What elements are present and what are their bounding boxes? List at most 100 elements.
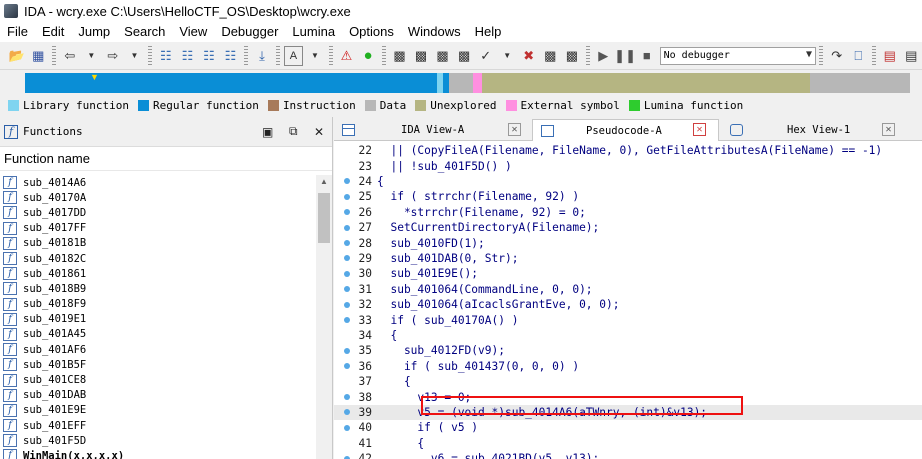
code-line[interactable]: 33 if ( sub_40170A() ) <box>334 312 922 327</box>
immediate-search-icon[interactable]: ☷ <box>199 46 219 66</box>
undefine-icon[interactable]: ✖ <box>519 46 539 66</box>
chevron-down-icon[interactable]: ▼ <box>82 46 102 66</box>
function-icon: f <box>3 252 17 266</box>
play-icon[interactable]: ▶ <box>594 46 614 66</box>
code-line[interactable]: 30 sub_401E9E(); <box>334 266 922 281</box>
function-list-item[interactable]: f sub_401EFF <box>0 418 316 433</box>
navigation-band[interactable]: ▼ <box>0 70 922 96</box>
function-list-item[interactable]: f sub_401F5D <box>0 433 316 448</box>
chevron-down-icon[interactable]: ▼ <box>497 46 517 66</box>
code-line[interactable]: 22 || (CopyFileA(Filename, FileName, 0),… <box>334 143 922 158</box>
search-next-icon[interactable]: ☷ <box>221 46 241 66</box>
scroll-up-icon[interactable]: ▲ <box>320 177 328 186</box>
warning-icon[interactable]: ⚠ <box>337 46 357 66</box>
make-code-icon[interactable]: ▩ <box>390 46 410 66</box>
function-list-item[interactable]: f sub_401CE8 <box>0 372 316 387</box>
close-icon[interactable]: ✕ <box>314 125 324 139</box>
maximize-icon[interactable]: ▣ <box>262 125 273 139</box>
function-list-item[interactable]: f sub_40182C <box>0 251 316 266</box>
code-line[interactable]: 40 if ( v5 ) <box>334 420 922 435</box>
code-line[interactable]: 41 { <box>334 436 922 451</box>
forward-arrow-icon[interactable]: ⇨ <box>103 46 123 66</box>
enum-icon[interactable]: ▩ <box>562 46 582 66</box>
legend-instruction: Instruction <box>267 99 356 112</box>
tab-pseudocode-a[interactable]: Pseudocode-A ✕ <box>532 119 719 141</box>
scrollbar-thumb[interactable] <box>318 193 330 243</box>
menu-debugger[interactable]: Debugger <box>214 22 285 42</box>
function-list-item[interactable]: f sub_4017DD <box>0 205 316 220</box>
menu-edit[interactable]: Edit <box>35 22 71 42</box>
code-line[interactable]: 42 v6 = sub_4021BD(v5, v13); <box>334 451 922 459</box>
code-line[interactable]: 24 { <box>334 174 922 189</box>
menu-search[interactable]: Search <box>117 22 172 42</box>
options-icon[interactable]: ▤ <box>902 46 922 66</box>
close-tab-icon[interactable]: ✕ <box>693 123 706 136</box>
function-list-item[interactable]: f sub_4017FF <box>0 221 316 236</box>
pause-icon[interactable]: ❚❚ <box>614 46 636 66</box>
function-list-item[interactable]: f sub_4018F9 <box>0 297 316 312</box>
jump-down-icon[interactable]: ⤓ <box>252 46 272 66</box>
chevron-down-icon[interactable]: ▼ <box>125 46 145 66</box>
struct-icon[interactable]: ✓ <box>476 46 496 66</box>
make-data-icon[interactable]: ▩ <box>411 46 431 66</box>
binary-search-icon[interactable]: ☷ <box>156 46 176 66</box>
function-list-item[interactable]: f sub_401AF6 <box>0 342 316 357</box>
menu-view[interactable]: View <box>172 22 214 42</box>
function-list-item[interactable]: f sub_4019E1 <box>0 312 316 327</box>
code-line[interactable]: 28 sub_4010FD(1); <box>334 235 922 250</box>
make-array-icon[interactable]: ▩ <box>454 46 474 66</box>
code-line[interactable]: 25 if ( strrchr(Filename, 92) ) <box>334 189 922 204</box>
function-list-item[interactable]: f sub_401861 <box>0 266 316 281</box>
layout-icon[interactable]: ▤ <box>880 46 900 66</box>
code-line[interactable]: 29 sub_401DAB(0, Str); <box>334 251 922 266</box>
pseudocode-view[interactable]: 22 || (CopyFileA(Filename, FileName, 0),… <box>334 141 922 459</box>
debugger-select[interactable]: No debugger ▼ <box>659 46 817 65</box>
tab-hex-view-1[interactable]: Hex View-1 ✕ <box>730 119 910 141</box>
code-line[interactable]: 35 sub_4012FD(v9); <box>334 343 922 358</box>
menu-jump[interactable]: Jump <box>71 22 117 42</box>
close-tab-icon[interactable]: ✕ <box>508 123 521 136</box>
menu-help[interactable]: Help <box>468 22 509 42</box>
stop-icon[interactable]: ■ <box>637 46 657 66</box>
step-into-icon[interactable]: ↷ <box>827 46 847 66</box>
tab-ida-view-a[interactable]: IDA View-A ✕ <box>342 119 522 141</box>
open-folder-icon[interactable]: 📂 <box>7 46 27 66</box>
function-list-item[interactable]: f sub_40181B <box>0 236 316 251</box>
menu-options[interactable]: Options <box>342 22 401 42</box>
back-arrow-icon[interactable]: ⇦ <box>60 46 80 66</box>
function-list-scrollbar[interactable]: ▲ <box>316 175 332 459</box>
code-line[interactable]: 23 || !sub_401F5D() ) <box>334 158 922 173</box>
code-line[interactable]: 31 sub_401064(CommandLine, 0, 0); <box>334 282 922 297</box>
function-name-column-header[interactable]: Function name <box>0 147 332 171</box>
line-number: 30 <box>358 267 372 281</box>
switch-view-icon[interactable]: ⎕ <box>849 46 869 66</box>
run-green-icon[interactable]: ● <box>358 46 378 66</box>
menu-file[interactable]: File <box>0 22 35 42</box>
function-list-item[interactable]: f sub_401DAB <box>0 388 316 403</box>
code-line[interactable]: 32 sub_401064(aIcaclsGrantEve, 0, 0); <box>334 297 922 312</box>
function-list-item[interactable]: f sub_4014A6 <box>0 175 316 190</box>
code-line[interactable]: 36 if ( sub_401437(0, 0, 0) ) <box>334 359 922 374</box>
code-line[interactable]: 34 { <box>334 328 922 343</box>
menu-lumina[interactable]: Lumina <box>285 22 342 42</box>
text-search-icon[interactable]: ☷ <box>178 46 198 66</box>
text-mode-icon[interactable]: A <box>283 45 304 66</box>
function-list-item[interactable]: f sub_401A45 <box>0 327 316 342</box>
float-window-icon[interactable]: ⧉ <box>289 124 298 139</box>
code-line[interactable]: 26 *strrchr(Filename, 92) = 0; <box>334 205 922 220</box>
function-list-item[interactable]: f sub_401E9E <box>0 403 316 418</box>
make-string-icon[interactable]: ▩ <box>433 46 453 66</box>
menu-windows[interactable]: Windows <box>401 22 468 42</box>
code-line[interactable]: 27 SetCurrentDirectoryA(Filename); <box>334 220 922 235</box>
function-icon[interactable]: ▩ <box>541 46 561 66</box>
function-list-item[interactable]: f sub_4018B9 <box>0 281 316 296</box>
code-text: v6 = sub_4021BD(v5, v13); <box>377 452 600 459</box>
chevron-down-icon[interactable]: ▼ <box>305 46 325 66</box>
function-list-item[interactable]: f sub_40170A <box>0 190 316 205</box>
code-line[interactable]: 37 { <box>334 374 922 389</box>
function-list-item[interactable]: f WinMain(x,x,x,x) <box>0 448 316 459</box>
toolbar-grip <box>275 45 280 66</box>
save-icon[interactable]: ▦ <box>29 46 49 66</box>
close-tab-icon[interactable]: ✕ <box>882 123 895 136</box>
function-list-item[interactable]: f sub_401B5F <box>0 357 316 372</box>
